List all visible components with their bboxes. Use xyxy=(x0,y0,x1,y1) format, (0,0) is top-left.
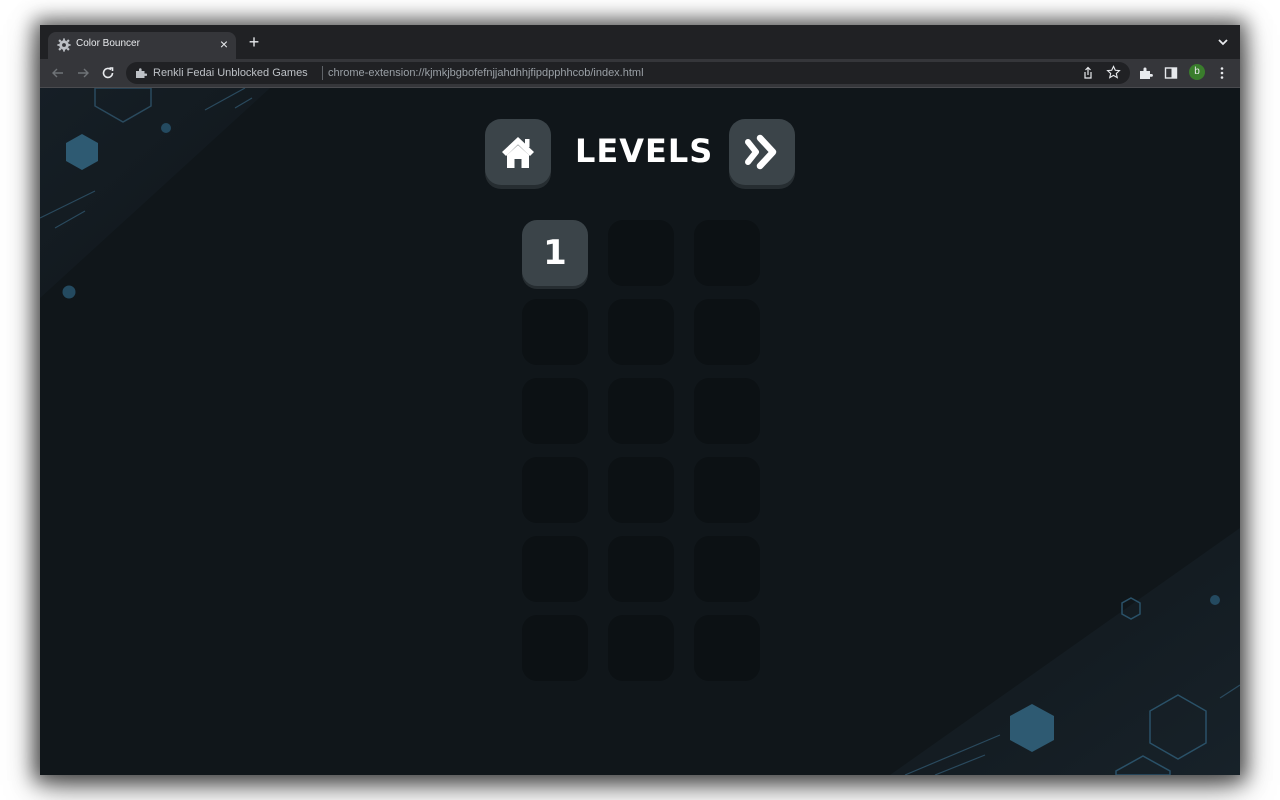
level-button-locked xyxy=(694,299,760,365)
level-button-locked xyxy=(522,615,588,681)
level-button-locked xyxy=(522,299,588,365)
level-button-locked xyxy=(694,615,760,681)
forward-arrow-icon[interactable] xyxy=(75,65,91,81)
omnibox-divider xyxy=(322,66,323,80)
level-button-locked xyxy=(522,457,588,523)
new-tab-button[interactable]: + xyxy=(245,33,263,51)
game-canvas[interactable]: LEVELS 1 xyxy=(40,88,1240,775)
browser-toolbar: Renkli Fedai Unblocked Games chrome-exte… xyxy=(40,59,1240,88)
chevron-down-icon[interactable] xyxy=(1216,35,1230,49)
home-icon xyxy=(502,137,534,168)
level-button-locked xyxy=(608,220,674,286)
levels-title: LEVELS xyxy=(575,132,714,170)
address-bar[interactable]: Renkli Fedai Unblocked Games chrome-exte… xyxy=(126,62,1130,84)
bookmark-star-icon[interactable] xyxy=(1106,65,1121,80)
level-button-locked xyxy=(694,220,760,286)
reload-icon[interactable] xyxy=(100,65,116,81)
level-button-locked xyxy=(694,536,760,602)
next-button[interactable] xyxy=(729,119,795,185)
browser-window: Color Bouncer × + Renkli Fedai Unblocked… xyxy=(40,25,1240,775)
profile-avatar[interactable]: b xyxy=(1189,64,1205,80)
tab-strip: Color Bouncer × + xyxy=(40,25,1240,59)
back-arrow-icon[interactable] xyxy=(50,65,66,81)
double-chevron-right-icon xyxy=(745,134,777,170)
home-button[interactable] xyxy=(485,119,551,185)
site-name: Renkli Fedai Unblocked Games xyxy=(153,67,308,79)
kebab-menu-icon[interactable] xyxy=(1215,66,1229,80)
level-grid: 1 xyxy=(522,220,762,684)
tab-close-icon[interactable]: × xyxy=(220,36,228,52)
level-button-locked xyxy=(522,378,588,444)
level-button-unlocked[interactable]: 1 xyxy=(522,220,588,286)
level-button-locked xyxy=(522,536,588,602)
extensions-icon[interactable] xyxy=(1139,66,1153,80)
level-button-locked xyxy=(694,457,760,523)
share-icon[interactable] xyxy=(1081,66,1095,80)
gear-icon xyxy=(57,38,71,52)
url-text[interactable]: chrome-extension://kjmkjbgbofefnjjahdhhj… xyxy=(328,67,644,79)
level-button-locked xyxy=(608,615,674,681)
level-button-locked xyxy=(608,378,674,444)
side-panel-icon[interactable] xyxy=(1164,66,1178,80)
level-number: 1 xyxy=(543,233,567,273)
extension-puzzle-icon xyxy=(136,68,147,78)
level-button-locked xyxy=(694,378,760,444)
tab-color-bouncer[interactable]: Color Bouncer × xyxy=(48,32,236,59)
level-button-locked xyxy=(608,457,674,523)
level-button-locked xyxy=(608,536,674,602)
tab-title: Color Bouncer xyxy=(76,38,140,49)
level-button-locked xyxy=(608,299,674,365)
